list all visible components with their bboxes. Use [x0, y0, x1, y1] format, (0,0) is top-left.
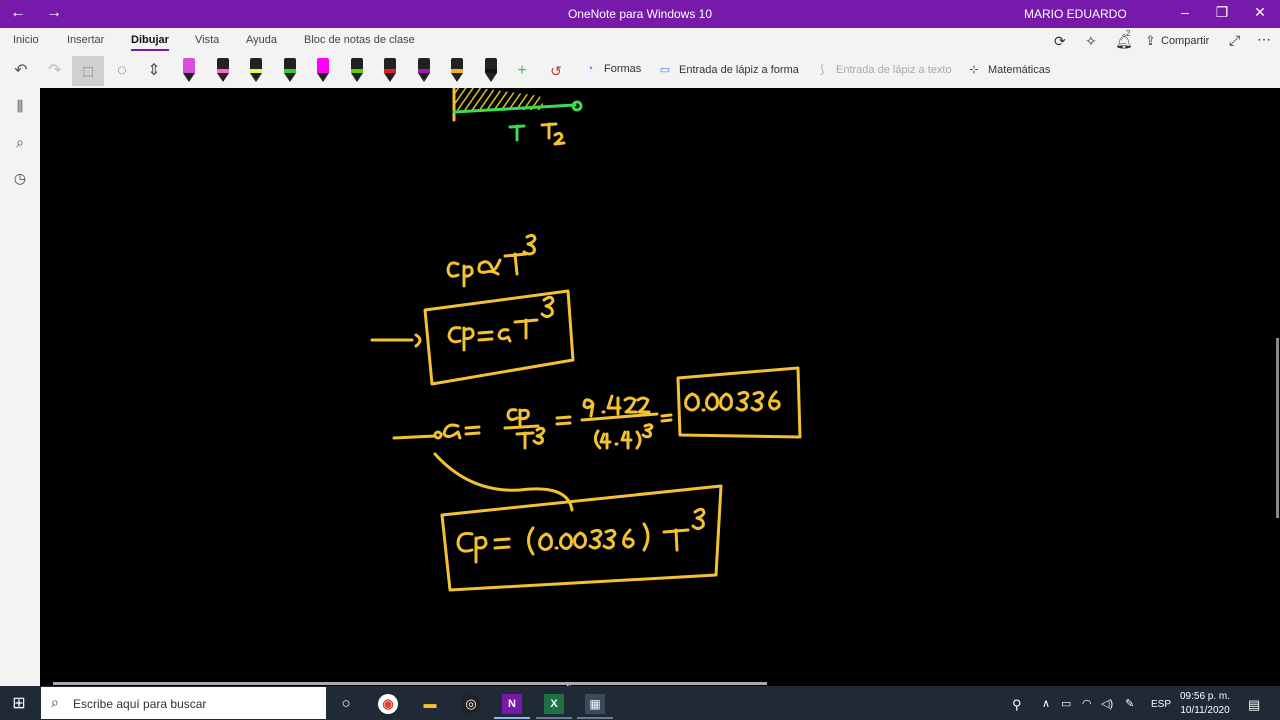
file-explorer-icon[interactable]: ▬	[420, 694, 440, 714]
battery-icon[interactable]: ▭	[1061, 697, 1071, 710]
obs-icon[interactable]: ◎	[461, 694, 481, 714]
graph-T-label	[508, 124, 526, 142]
math-label: Matemáticas	[988, 64, 1051, 76]
math-button[interactable]: ⊹ Matemáticas	[966, 63, 1050, 76]
box-value	[676, 366, 802, 439]
arrow-2	[392, 434, 437, 440]
calculator-icon[interactable]: ▦	[585, 694, 605, 714]
lasso-select-icon[interactable]: ◌	[111, 60, 133, 82]
pen-9-icon[interactable]	[451, 58, 463, 82]
excel-open-indicator	[536, 717, 572, 719]
taskbar-search[interactable]: ⌕ Escribe aquí para buscar	[41, 687, 326, 719]
pen-8-icon[interactable]	[417, 58, 430, 82]
note-canvas[interactable]: ➚	[40, 88, 1280, 692]
pen-5-icon[interactable]	[317, 58, 329, 82]
pen-6-icon[interactable]	[350, 58, 363, 82]
math-icon: ⊹	[969, 64, 979, 76]
user-name[interactable]: MARIO EDUARDO	[1024, 7, 1127, 21]
calculator-open-indicator	[577, 717, 613, 719]
minimize-icon[interactable]: –	[1170, 4, 1200, 20]
undo-icon[interactable]: ↶	[10, 60, 32, 82]
ink-to-text-icon: ⟆	[819, 64, 825, 76]
ink-to-shape-label: Entrada de lápiz a forma	[679, 64, 799, 76]
notifications-icon[interactable]: ▤	[1248, 697, 1260, 713]
ink-to-shape-icon: ▭	[659, 64, 671, 76]
onenote-active-indicator	[494, 717, 530, 719]
pen-1-icon[interactable]	[183, 58, 195, 82]
expand-icon[interactable]: ⤢	[1229, 32, 1240, 49]
lightbulb-icon[interactable]: ✧	[1085, 33, 1097, 50]
cortana-icon[interactable]: ○	[336, 694, 356, 714]
tab-ayuda[interactable]: Ayuda	[246, 34, 277, 46]
more-options-icon[interactable]: ⋯	[1257, 31, 1271, 48]
ink-to-text-label: Entrada de lápiz a texto	[836, 64, 952, 76]
search-icon: ⌕	[51, 694, 59, 710]
shapes-button[interactable]: ◔ Formas	[582, 63, 642, 75]
shapes-label: Formas	[604, 63, 642, 75]
ink-to-shape-button[interactable]: ▭ Entrada de lápiz a forma	[657, 63, 799, 76]
pen-4-icon[interactable]	[283, 58, 296, 82]
pen-2-icon[interactable]	[216, 58, 229, 82]
connector-curve	[433, 452, 574, 512]
pen-3-icon[interactable]	[250, 58, 262, 82]
horizontal-scrollbar[interactable]	[53, 682, 767, 685]
arrow-1	[370, 333, 422, 348]
pen-10-icon[interactable]	[484, 58, 497, 82]
a-equation	[442, 394, 673, 450]
wifi-icon[interactable]: ◠	[1082, 697, 1092, 710]
tab-dibujar[interactable]: Dibujar	[131, 34, 169, 51]
clock-time: 09:56 p. m.	[1179, 691, 1231, 702]
redo-icon[interactable]: ↷	[44, 60, 66, 82]
insert-space-icon[interactable]: ⇕	[143, 60, 165, 82]
close-icon[interactable]: ✕	[1245, 4, 1275, 21]
share-button[interactable]: Compartir	[1161, 35, 1209, 47]
language-indicator[interactable]: ESP	[1151, 699, 1171, 710]
onenote-icon[interactable]: N	[502, 694, 522, 714]
tab-insertar[interactable]: Insertar	[67, 34, 104, 46]
value-0-00336	[684, 390, 781, 412]
clock[interactable]: 09:56 p. m. 10/11/2020	[1175, 690, 1235, 718]
recent-notes-icon[interactable]: ◷	[10, 170, 30, 187]
ribbon: Inicio Insertar Dibujar Vista Ayuda Bloc…	[0, 28, 1280, 89]
maximize-icon[interactable]: ❐	[1207, 4, 1237, 21]
clock-date: 10/11/2020	[1180, 705, 1230, 716]
notebooks-icon[interactable]: ⫼	[10, 98, 30, 115]
sidebar: ⫼ ⌕ ◷	[0, 88, 41, 686]
title-bar: ← → OneNote para Windows 10 MARIO EDUARD…	[0, 0, 1280, 28]
formula-final	[456, 507, 706, 564]
ink-to-text-button[interactable]: ⟆ Entrada de lápiz a texto	[814, 63, 952, 76]
graph-T2-label	[540, 122, 566, 146]
tab-bloc-de-notas[interactable]: Bloc de notas de clase	[304, 34, 415, 46]
add-pen-icon[interactable]: +	[511, 60, 533, 82]
notification-count: 2	[1126, 29, 1131, 38]
people-icon[interactable]: ⚲	[1012, 697, 1022, 713]
graph-axis-end	[571, 100, 583, 112]
volume-icon[interactable]: ◁)	[1101, 697, 1113, 710]
share-icon[interactable]: ⇪	[1145, 33, 1156, 49]
ink-drawing	[370, 88, 802, 592]
vertical-scrollbar[interactable]	[1276, 338, 1279, 518]
excel-icon[interactable]: X	[544, 694, 564, 714]
pen-7-icon[interactable]	[384, 58, 396, 82]
chrome-icon[interactable]: ◉	[378, 694, 398, 714]
arrow-2-tip	[433, 430, 443, 440]
ink-replay-icon[interactable]: ↺	[545, 60, 567, 82]
shapes-icon: ◔	[586, 63, 594, 75]
cp-alpha-T3	[446, 233, 537, 288]
pen-workspace-icon[interactable]: ✎	[1125, 697, 1134, 710]
chevron-up-icon[interactable]: ∧	[1042, 697, 1050, 710]
lasso-type-icon[interactable]: ⬚	[72, 56, 104, 86]
tab-inicio[interactable]: Inicio	[13, 34, 39, 46]
search-placeholder: Escribe aquí para buscar	[73, 697, 207, 711]
windows-start-icon[interactable]: ⊞	[9, 694, 29, 714]
search-icon[interactable]: ⌕	[10, 134, 30, 151]
sync-icon[interactable]: ⟳	[1054, 33, 1066, 50]
tab-vista[interactable]: Vista	[195, 34, 219, 46]
